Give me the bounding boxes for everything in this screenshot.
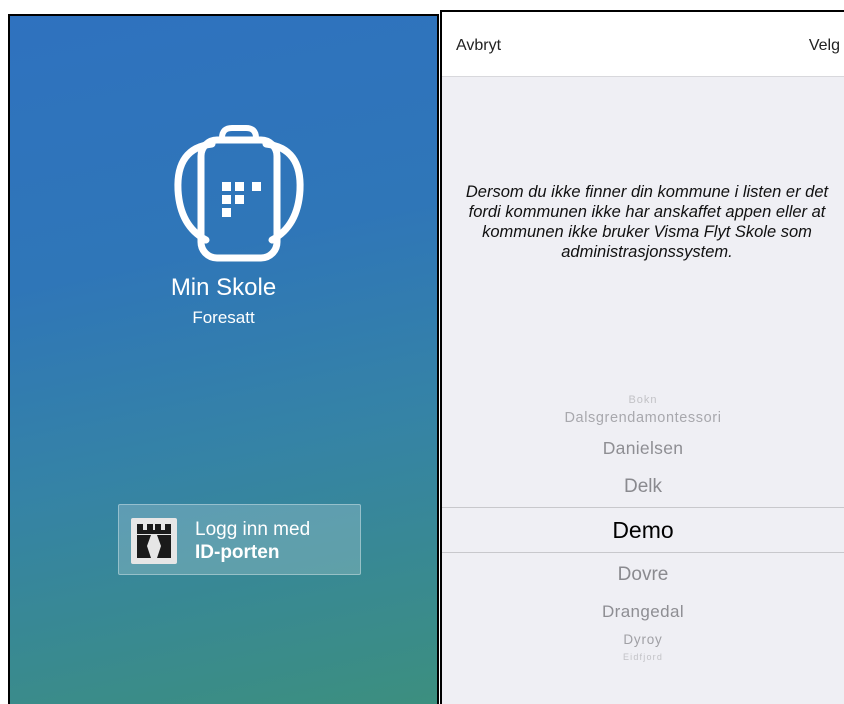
picker-selection-top-line xyxy=(442,507,844,508)
cancel-button[interactable]: Avbryt xyxy=(456,37,501,55)
picker-item[interactable]: Delk xyxy=(442,476,844,498)
app-subtitle: Foresatt xyxy=(192,308,255,327)
picker-item[interactable]: Dalsgrendamontessori xyxy=(442,410,844,426)
picker-item-selected[interactable]: Demo xyxy=(442,517,844,544)
id-porten-icon xyxy=(131,518,177,564)
picker-item[interactable]: Dovre xyxy=(442,564,844,586)
backpack-icon xyxy=(174,125,304,262)
login-screen: Min Skole Foresatt Logg inn med ID-porte… xyxy=(8,14,439,704)
picker-selection-bottom-line xyxy=(442,552,844,553)
picker-item[interactable]: Dyroy xyxy=(442,632,844,647)
choose-button[interactable]: Velg xyxy=(809,37,840,55)
municipality-picker[interactable]: Bokn Dalsgrendamontessori Danielsen Delk… xyxy=(442,386,844,676)
picker-item[interactable]: Bokn xyxy=(442,394,844,406)
login-button-label: Logg inn med xyxy=(195,519,311,540)
app-title: Min Skole xyxy=(170,274,277,301)
navigation-bar: Avbryt Velg xyxy=(442,12,844,77)
login-button-provider: ID-porten xyxy=(195,542,280,563)
info-message: Dersom du ikke finner din kommune i list… xyxy=(465,183,829,261)
login-id-porten-button[interactable]: Logg inn med ID-porten xyxy=(118,504,361,575)
picker-item[interactable]: Eidfjord xyxy=(442,652,844,662)
picker-item[interactable]: Danielsen xyxy=(442,438,844,459)
municipality-picker-screen: Avbryt Velg Dersom du ikke finner din ko… xyxy=(440,10,844,704)
picker-item[interactable]: Drangedal xyxy=(442,602,844,622)
